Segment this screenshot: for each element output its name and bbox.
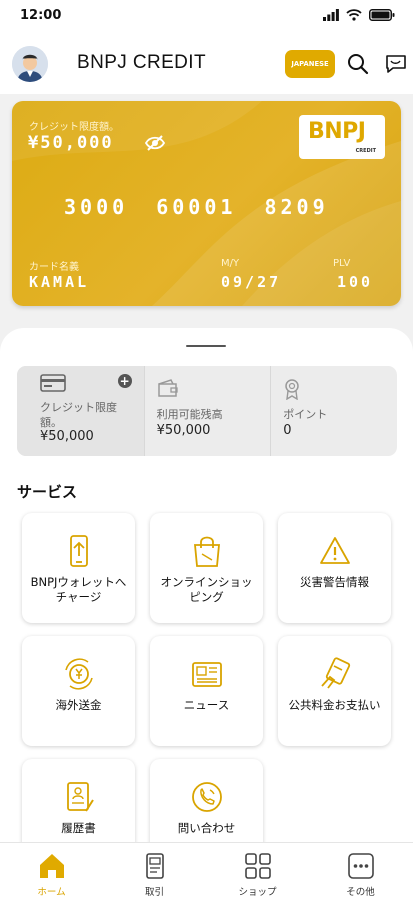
- service-label: 履歴書: [61, 821, 96, 835]
- service-label: オンラインショッピング: [160, 575, 253, 604]
- medal-icon: [285, 379, 300, 400]
- card-brand-name: BNPJ: [308, 119, 366, 144]
- services-title: サービス: [17, 483, 78, 501]
- service-disaster-alerts[interactable]: 災害警告情報: [278, 513, 391, 623]
- service-wallet-charge[interactable]: BNPJウォレットへチャージ: [22, 513, 135, 623]
- service-label: BNPJウォレットへチャージ: [30, 575, 127, 604]
- phone-call-icon: [191, 782, 222, 812]
- account-summary: + クレジット限度額。 ¥50,000 利用可能残高 ¥50,000 ポイント …: [17, 366, 397, 456]
- status-icons: [323, 9, 395, 21]
- card-expiry-label: M/Y: [221, 258, 240, 269]
- service-label: ニュース: [183, 698, 230, 712]
- more-icon: [347, 853, 374, 879]
- service-news[interactable]: ニュース: [150, 636, 263, 746]
- tab-shop[interactable]: ショップ: [206, 843, 309, 900]
- service-label: 海外送金: [55, 698, 102, 712]
- summary-value: 0: [283, 423, 292, 438]
- tab-label: ホーム: [37, 887, 66, 898]
- search-button[interactable]: [345, 51, 371, 77]
- chat-button[interactable]: [383, 51, 409, 77]
- warning-icon: [319, 537, 350, 564]
- add-icon[interactable]: +: [117, 374, 132, 388]
- card-limit-label: クレジット限度額。: [29, 122, 119, 133]
- card-brand-logo: BNPJ CREDIT: [299, 115, 385, 159]
- tab-transactions[interactable]: 取引: [103, 843, 206, 900]
- card-expiry: 09/27: [221, 273, 282, 291]
- tab-label: その他: [346, 887, 375, 898]
- shopping-bag-icon: [193, 536, 220, 567]
- phone-upload-icon: [69, 535, 88, 567]
- yen-transfer-icon: [64, 658, 93, 690]
- summary-available-balance[interactable]: 利用可能残高 ¥50,000: [143, 366, 271, 456]
- search-icon: [348, 54, 369, 75]
- service-online-shopping[interactable]: オンラインショッピング: [150, 513, 263, 623]
- tab-label: ショップ: [238, 887, 277, 898]
- summary-points[interactable]: ポイント 0: [270, 366, 397, 456]
- home-icon: [39, 854, 64, 878]
- chat-icon: [386, 55, 406, 73]
- app-header: BNPJ CREDIT JAPANESE: [0, 34, 413, 94]
- signal-icon: [323, 9, 339, 21]
- sheet-drag-handle[interactable]: [186, 345, 226, 347]
- summary-label: ポイント: [283, 408, 328, 421]
- shop-grid-icon: [244, 853, 271, 879]
- card-plv: 100: [337, 273, 374, 291]
- service-label: 災害警告情報: [300, 575, 369, 589]
- app-title: BNPJ CREDIT: [77, 52, 206, 73]
- resume-icon: [66, 782, 94, 812]
- tab-home[interactable]: ホーム: [0, 843, 103, 900]
- eye-off-icon[interactable]: [145, 135, 165, 151]
- wifi-icon: [346, 9, 362, 21]
- status-time: 12:00: [20, 8, 62, 23]
- transactions-icon: [145, 853, 164, 879]
- card-number: 3000 60001 8209: [64, 195, 329, 219]
- language-button[interactable]: JAPANESE: [285, 50, 335, 78]
- summary-value: ¥50,000: [40, 429, 94, 444]
- bottom-sheet: + クレジット限度額。 ¥50,000 利用可能残高 ¥50,000 ポイント …: [0, 328, 413, 900]
- summary-credit-limit[interactable]: + クレジット限度額。 ¥50,000: [17, 366, 144, 456]
- battery-icon: [369, 9, 395, 21]
- tab-more[interactable]: その他: [309, 843, 412, 900]
- summary-label: 利用可能残高: [156, 408, 223, 421]
- summary-label: クレジット限度額。: [40, 401, 117, 429]
- card-name-label: カード名義: [29, 262, 79, 273]
- credit-card[interactable]: クレジット限度額。 ¥50,000 BNPJ CREDIT 3000 60001…: [12, 101, 401, 306]
- service-label: 公共料金お支払い: [288, 698, 381, 712]
- summary-value: ¥50,000: [156, 423, 211, 438]
- service-overseas-transfer[interactable]: 海外送金: [22, 636, 135, 746]
- card-holder-name: KAMAL: [29, 273, 90, 291]
- user-avatar-icon: [12, 46, 48, 82]
- card-icon: [40, 374, 66, 392]
- card-limit-value: ¥50,000: [28, 133, 114, 153]
- card-plv-label: PLV: [333, 258, 351, 269]
- card-payment-icon: [320, 657, 350, 689]
- avatar[interactable]: [12, 46, 48, 82]
- newspaper-icon: [191, 662, 222, 687]
- tab-label: 取引: [144, 887, 164, 898]
- service-utility-payment[interactable]: 公共料金お支払い: [278, 636, 391, 746]
- card-brand-sub: CREDIT: [355, 148, 376, 154]
- service-label: 問い合わせ: [177, 821, 236, 835]
- wallet-icon: [157, 379, 178, 397]
- bottom-tab-bar: ホーム 取引 ショップ その他: [0, 842, 413, 900]
- status-bar: 12:00: [0, 0, 413, 34]
